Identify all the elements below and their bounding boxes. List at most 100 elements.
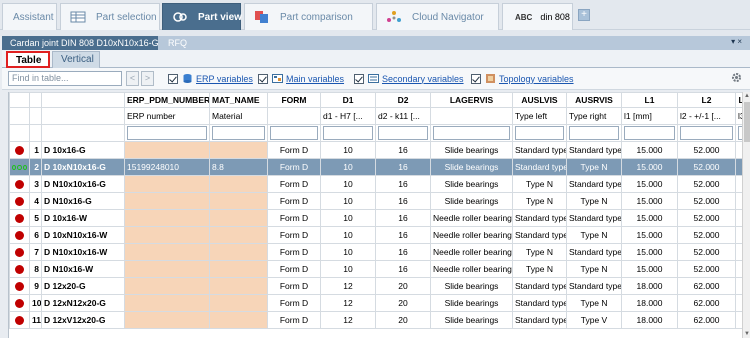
cell-erp[interactable]: [124, 209, 210, 227]
erp-variables-label[interactable]: ERP variables: [196, 74, 253, 84]
cell-mat[interactable]: [209, 226, 268, 244]
cell-mat[interactable]: [209, 209, 268, 227]
status-dot-icon: [15, 179, 24, 189]
find-next-button[interactable]: >: [141, 71, 154, 86]
gear-icon[interactable]: [730, 71, 743, 84]
filter-ausrvis-input[interactable]: [569, 126, 619, 140]
cell-mat[interactable]: [209, 260, 268, 278]
cell-ausrvis: Standard type: [566, 175, 622, 193]
filter-auslvis-input[interactable]: [515, 126, 564, 140]
table-row[interactable]: 1D 10x16-G Form D 10 16 Slide bearings Standa…: [9, 141, 742, 159]
column-header-d2[interactable]: D2: [375, 92, 431, 108]
cell-l1: 15.000: [621, 260, 678, 278]
cell-mat[interactable]: [209, 192, 268, 210]
tab-vertical[interactable]: Vertical: [52, 51, 100, 68]
scroll-thumb[interactable]: [744, 102, 750, 142]
cell-mat[interactable]: [209, 175, 268, 193]
column-header-mat[interactable]: MAT_NAME: [209, 92, 268, 108]
secondary-variables-label[interactable]: Secondary variables: [382, 74, 464, 84]
variant-grid: ERP_PDM_NUMBER MAT_NAME FORM D1 D2 LAGER…: [9, 92, 742, 329]
table-row[interactable]: 9D 12x20-G Form D 12 20 Slide bearings Standa…: [9, 277, 742, 295]
tab-search[interactable]: ABC din 808: [502, 3, 573, 30]
add-tab-button[interactable]: +: [578, 9, 590, 21]
row-variant-name: D N10x10x16-W: [41, 243, 125, 261]
row-variant-name: D 10xN10x16-G: [41, 158, 125, 176]
cell-lagervis: Needle roller bearing: [430, 226, 513, 244]
table-row[interactable]: 2D 10xN10x16-G 15199248010 8.8 Form D 10 16 Sl…: [9, 158, 742, 176]
cell-d2: 16: [375, 175, 431, 193]
cell-mat[interactable]: [209, 294, 268, 312]
cell-lagervis: Needle roller bearing: [430, 243, 513, 261]
cell-erp[interactable]: [124, 141, 210, 159]
cell-mat[interactable]: [209, 311, 268, 329]
table-row[interactable]: 7D N10x10x16-W Form D 10 16 Needle roller be…: [9, 243, 742, 261]
cell-erp[interactable]: [124, 260, 210, 278]
secondary-variables-toggle[interactable]: Secondary variables: [354, 73, 464, 84]
filter-l1-input[interactable]: [624, 126, 675, 140]
cell-erp[interactable]: [124, 294, 210, 312]
tab-table[interactable]: Table: [6, 51, 50, 68]
tab-part-view[interactable]: Part view: [162, 3, 242, 30]
find-previous-button[interactable]: <: [126, 71, 139, 86]
column-header-erp[interactable]: ERP_PDM_NUMBER: [124, 92, 210, 108]
table-row[interactable]: 10 D 12xN12x20-G Form D 12 20 Slide bearings S…: [9, 294, 742, 312]
main-variables-label[interactable]: Main variables: [286, 74, 344, 84]
cell-d1: 12: [320, 311, 376, 329]
column-header-l1[interactable]: L1: [621, 92, 678, 108]
filter-mat-input[interactable]: [212, 126, 265, 140]
checkbox-checked-icon[interactable]: [168, 73, 178, 84]
cell-mat[interactable]: [209, 243, 268, 261]
column-header-d1[interactable]: D1: [320, 92, 376, 108]
find-in-table-input[interactable]: Find in table...: [8, 71, 122, 86]
cell-erp[interactable]: [124, 277, 210, 295]
filter-erp-input[interactable]: [127, 126, 207, 140]
cell-erp[interactable]: [124, 243, 210, 261]
filter-l2-input[interactable]: [680, 126, 733, 140]
column-header-ausrvis[interactable]: AUSRVIS: [566, 92, 622, 108]
vertical-scrollbar[interactable]: ▲ ▼: [742, 92, 750, 338]
row-variant-name: D 12xV12x20-G: [41, 311, 125, 329]
cell-erp[interactable]: [124, 226, 210, 244]
column-header-l2[interactable]: L2: [677, 92, 736, 108]
column-header-auslvis[interactable]: AUSLVIS: [512, 92, 567, 108]
doc-window-controls[interactable]: ▾ ×: [731, 37, 742, 46]
topology-variables-toggle[interactable]: Topology variables: [471, 73, 574, 84]
checkbox-checked-icon[interactable]: [471, 73, 481, 84]
filter-d1-input[interactable]: [323, 126, 373, 140]
tab-part-selection[interactable]: Part selection: [60, 3, 160, 30]
table-row[interactable]: 3D N10x10x16-G Form D 10 16 Slide bearings Ty…: [9, 175, 742, 193]
filter-d2-input[interactable]: [378, 126, 428, 140]
tab-assistant[interactable]: Assistant: [2, 3, 57, 30]
checkbox-checked-icon[interactable]: [258, 73, 268, 84]
cell-l2: 52.000: [677, 175, 736, 193]
cell-d1: 12: [320, 294, 376, 312]
cell-mat[interactable]: 8.8: [209, 158, 268, 176]
topology-variables-label[interactable]: Topology variables: [499, 74, 574, 84]
cell-erp[interactable]: 15199248010: [124, 158, 210, 176]
filter-lagervis-input[interactable]: [433, 126, 510, 140]
cell-mat[interactable]: [209, 277, 268, 295]
table-row[interactable]: 8D N10x16-W Form D 10 16 Needle roller beari…: [9, 260, 742, 278]
scroll-down-icon[interactable]: ▼: [743, 330, 750, 338]
scroll-up-icon[interactable]: ▲: [743, 92, 750, 100]
cell-erp[interactable]: [124, 175, 210, 193]
table-row[interactable]: 4D N10x16-G Form D 10 16 Slide bearings Type …: [9, 192, 742, 210]
cell-l2: 52.000: [677, 141, 736, 159]
column-header-lagervis[interactable]: LAGERVIS: [430, 92, 513, 108]
main-variables-toggle[interactable]: Main variables: [258, 73, 344, 84]
filter-form-input[interactable]: [270, 126, 318, 140]
tab-cloud-navigator[interactable]: Cloud Navigator: [376, 3, 499, 30]
erp-variables-toggle[interactable]: ERP variables: [168, 73, 253, 84]
table-row[interactable]: 6D 10xN10x16-W Form D 10 16 Needle roller be…: [9, 226, 742, 244]
checkbox-checked-icon[interactable]: [354, 73, 364, 84]
cell-mat[interactable]: [209, 141, 268, 159]
cell-erp[interactable]: [124, 311, 210, 329]
tab-part-comparison[interactable]: Part comparison: [244, 3, 373, 30]
cell-lagervis: Needle roller bearing: [430, 209, 513, 227]
table-row[interactable]: 5D 10x16-W Form D 10 16 Needle roller bearin…: [9, 209, 742, 227]
doc-tab-cardan-joint[interactable]: Cardan joint DIN 808 D10xN10x16-G: [2, 36, 159, 50]
table-row[interactable]: 11 D 12xV12x20-G Form D 12 20 Slide bearings S…: [9, 311, 742, 329]
doc-tab-rfq[interactable]: RFQ: [160, 36, 195, 50]
column-header-form[interactable]: FORM: [267, 92, 321, 108]
cell-erp[interactable]: [124, 192, 210, 210]
